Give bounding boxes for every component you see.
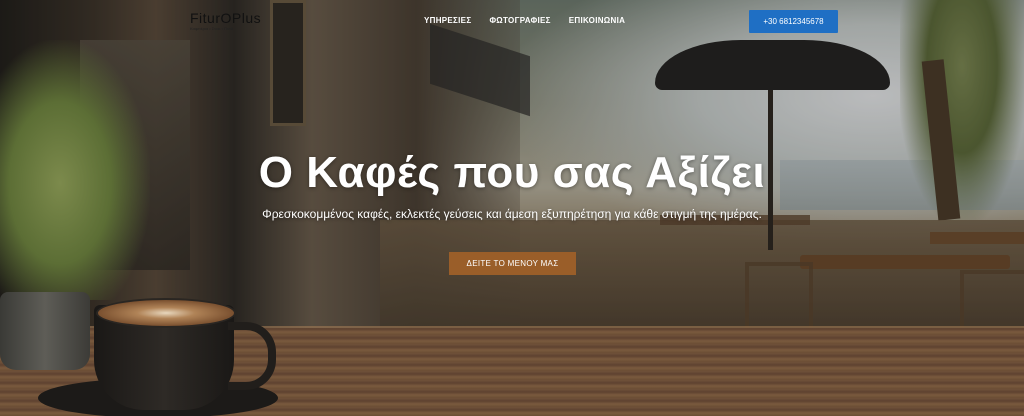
plant-pot (0, 292, 90, 370)
hero-section: FiturOPlus Καφετέρια • Σνακ • Ποτά ΥΠΗΡΕ… (0, 0, 1024, 416)
nav-item-photos[interactable]: ΦΩΤΟΓΡΑΦΙΕΣ (489, 16, 550, 25)
brand-name: FiturOPlus (190, 10, 262, 26)
phone-button[interactable]: +30 6812345678 (749, 10, 838, 33)
hero-subtitle: Φρεσκοκομμένος καφές, εκλεκτές γεύσεις κ… (262, 207, 762, 221)
nav-item-contact[interactable]: ΕΠΙΚΟΙΝΩΝΙΑ (569, 16, 625, 25)
brand-logo[interactable]: FiturOPlus Καφετέρια • Σνακ • Ποτά (190, 10, 265, 36)
view-menu-button[interactable]: ΔΕΙΤΕ ΤΟ ΜΕΝΟΥ ΜΑΣ (449, 252, 576, 275)
latte-art (96, 298, 236, 328)
main-navigation: ΥΠΗΡΕΣΙΕΣ ΦΩΤΟΓΡΑΦΙΕΣ ΕΠΙΚΟΙΝΩΝΙΑ (424, 16, 625, 25)
nav-item-services[interactable]: ΥΠΗΡΕΣΙΕΣ (424, 16, 471, 25)
hero-title: Ο Καφές που σας Αξίζει (258, 148, 766, 197)
brand-tagline: Καφετέρια • Σνακ • Ποτά (190, 26, 234, 31)
